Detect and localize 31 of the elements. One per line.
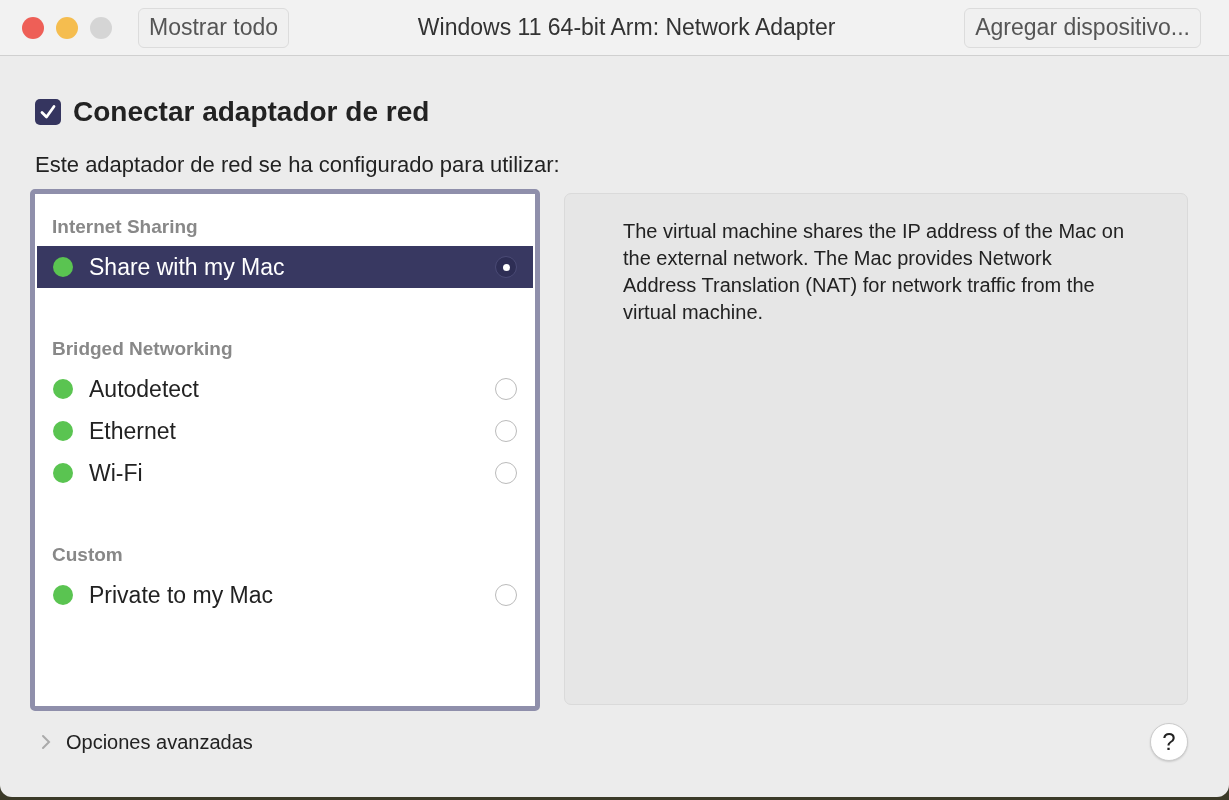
help-button[interactable]: ? [1150, 723, 1188, 761]
add-device-button[interactable]: Agregar dispositivo... [964, 7, 1201, 48]
radio-button[interactable] [495, 256, 517, 278]
connect-checkbox[interactable] [35, 99, 61, 125]
radio-button[interactable] [495, 462, 517, 484]
show-all-button[interactable]: Mostrar todo [138, 7, 290, 48]
group-header: Custom [51, 543, 124, 567]
group-header: Internet Sharing [51, 215, 199, 239]
minimize-button[interactable] [56, 16, 78, 39]
option-label: Share with my Mac [89, 253, 286, 281]
advanced-options-disclosure[interactable]: Opciones avanzadas [40, 730, 253, 754]
radio-button[interactable] [495, 584, 517, 606]
intro-text: Este adaptador de red se ha configurado para utilizar: [35, 152, 561, 178]
network-option[interactable]: Autodetect [37, 368, 533, 410]
option-label: Autodetect [89, 375, 200, 403]
radio-button[interactable] [495, 420, 517, 442]
network-option[interactable]: Share with my Mac [37, 246, 533, 288]
connect-label: Conectar adaptador de red [73, 96, 430, 128]
close-button[interactable] [22, 16, 44, 39]
network-option[interactable]: Wi-Fi [37, 452, 533, 494]
window-title: Windows 11 64-bit Arm: Network Adapter [416, 14, 837, 41]
chevron-icon [40, 734, 52, 750]
description-text: The virtual machine shares the IP address of the Mac on the external network. The Mac provides Network Address Translation (NAT) for network traffic from the virtual machine. [623, 219, 1125, 325]
radio-button[interactable] [495, 378, 517, 400]
option-label: Private to my Mac [89, 581, 275, 609]
zoom-button[interactable] [90, 16, 112, 39]
option-label: Ethernet [89, 417, 177, 445]
network-option[interactable]: Ethernet [37, 410, 533, 452]
network-option[interactable]: Private to my Mac [37, 574, 533, 616]
option-label: Wi-Fi [89, 459, 144, 487]
group-header: Bridged Networking [51, 337, 234, 361]
